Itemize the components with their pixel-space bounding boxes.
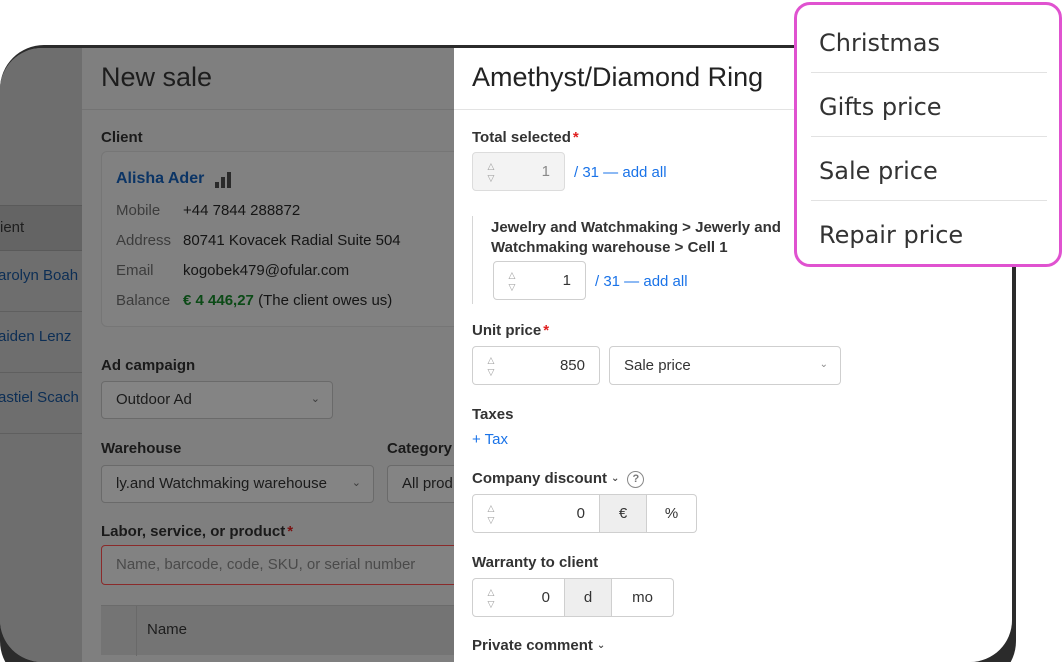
client-label: Client bbox=[101, 129, 143, 146]
column-name-header: Name bbox=[147, 621, 188, 638]
unit-price-label: Unit price * bbox=[472, 322, 550, 339]
price-type-menu: Christmas Gifts price Sale price Repair … bbox=[794, 2, 1062, 267]
price-type-select[interactable]: Sale price ⌄ bbox=[609, 346, 841, 385]
menu-item-repair-price[interactable]: Repair price bbox=[811, 201, 1047, 265]
client-card: Alisha Ader Mobile +44 7844 288872 Addres… bbox=[101, 151, 471, 327]
client-balance: € 4 446,27 bbox=[183, 292, 254, 309]
page-title: New sale bbox=[101, 62, 213, 92]
ad-campaign-value: Outdoor Ad bbox=[116, 391, 192, 408]
warranty-label: Warranty to client bbox=[472, 554, 599, 571]
discount-unit-percent[interactable]: % bbox=[647, 494, 697, 533]
total-add-all-link[interactable]: / 31 — add all bbox=[574, 164, 667, 181]
discount-unit-currency[interactable]: € bbox=[600, 494, 647, 533]
product-label: Labor, service, or product * bbox=[101, 523, 294, 540]
stepper-arrows-icon[interactable]: △ ▽ bbox=[485, 502, 497, 526]
help-icon[interactable]: ? bbox=[627, 471, 645, 488]
taxes-label: Taxes bbox=[472, 406, 514, 423]
warranty-value: 0 bbox=[541, 589, 550, 606]
total-selected-value: 1 bbox=[541, 163, 550, 180]
client-mobile-label: Mobile bbox=[116, 202, 161, 219]
location-qty-value: 1 bbox=[562, 272, 571, 289]
warranty-unit-months[interactable]: mo bbox=[612, 578, 674, 617]
chevron-down-icon: ⌄ bbox=[611, 473, 620, 484]
list-item[interactable]: astiel Scach bbox=[0, 373, 82, 434]
client-mobile: +44 7844 288872 bbox=[183, 202, 301, 219]
discount-value: 0 bbox=[576, 505, 585, 522]
category-label: Category bbox=[387, 440, 453, 457]
clients-list: ient arolyn Boah aiden Lenz astiel Scach bbox=[0, 48, 82, 662]
client-address: 80741 Kovacek Radial Suite 504 bbox=[183, 232, 401, 249]
clients-list-header: ient bbox=[0, 205, 82, 251]
product-search-placeholder: Name, barcode, code, SKU, or serial numb… bbox=[116, 556, 416, 573]
client-address-label: Address bbox=[116, 232, 172, 249]
list-item[interactable]: aiden Lenz bbox=[0, 312, 82, 373]
client-mobile-row: Mobile +44 7844 288872 bbox=[116, 202, 300, 219]
warranty-unit-days[interactable]: d bbox=[565, 578, 612, 617]
client-balance-label: Balance bbox=[116, 292, 171, 309]
price-type-value: Sale price bbox=[624, 357, 691, 374]
stepper-arrows-icon[interactable]: △ ▽ bbox=[506, 269, 518, 293]
client-email-row: Email kogobek479@ofular.com bbox=[116, 262, 349, 279]
stepper-arrows-icon: △ ▽ bbox=[487, 161, 495, 183]
stepper-arrows-icon[interactable]: △ ▽ bbox=[485, 354, 497, 378]
location-qty-stepper[interactable]: △ ▽ 1 bbox=[493, 261, 586, 300]
warehouse-select[interactable]: ly.and Watchmaking warehouse ⌄ bbox=[101, 465, 374, 503]
warranty-input[interactable]: △ ▽ 0 bbox=[472, 578, 565, 617]
location-add-all-link[interactable]: / 31 — add all bbox=[595, 273, 688, 290]
list-item[interactable]: arolyn Boah bbox=[0, 251, 82, 312]
location-block: Jewelry and Watchmaking > Jewerly and Wa… bbox=[472, 216, 792, 304]
chevron-down-icon: ⌄ bbox=[310, 393, 320, 405]
client-balance-row: Balance € 4 446,27 (The client owes us) bbox=[116, 292, 392, 309]
client-email-label: Email bbox=[116, 262, 154, 279]
client-name-link[interactable]: Alisha Ader bbox=[116, 170, 204, 188]
list-item-name: arolyn Boah bbox=[0, 267, 79, 284]
warehouse-value: ly.and Watchmaking warehouse bbox=[116, 475, 327, 492]
ad-campaign-select[interactable]: Outdoor Ad ⌄ bbox=[101, 381, 333, 419]
menu-item-christmas[interactable]: Christmas bbox=[811, 9, 1047, 73]
list-item-name: aiden Lenz bbox=[0, 328, 72, 345]
menu-item-sale-price[interactable]: Sale price bbox=[811, 137, 1047, 201]
category-value: All prod bbox=[402, 475, 453, 492]
product-title: Amethyst/Diamond Ring bbox=[472, 62, 764, 92]
product-search-input[interactable]: Name, barcode, code, SKU, or serial numb… bbox=[101, 545, 471, 585]
client-address-row: Address 80741 Kovacek Radial Suite 504 bbox=[116, 232, 401, 249]
client-email: kogobek479@ofular.com bbox=[183, 262, 350, 279]
warehouse-label: Warehouse bbox=[101, 440, 182, 457]
products-table-header: Name bbox=[101, 605, 461, 656]
company-discount-label[interactable]: Company discount ⌄? bbox=[472, 470, 645, 488]
chevron-down-icon: ⌄ bbox=[819, 359, 828, 370]
client-balance-note: (The client owes us) bbox=[258, 292, 393, 309]
menu-item-gifts-price[interactable]: Gifts price bbox=[811, 73, 1047, 137]
new-sale-panel: New sale Client Alisha Ader Mobile +44 78… bbox=[82, 48, 477, 662]
clients-list-header-label: ient bbox=[0, 219, 25, 236]
unit-price-value: 850 bbox=[559, 357, 585, 374]
location-path: Jewelry and Watchmaking > Jewerly and Wa… bbox=[491, 219, 781, 256]
add-tax-link[interactable]: + Tax bbox=[472, 431, 508, 448]
signal-bars-icon bbox=[215, 172, 233, 188]
unit-price-input[interactable]: △ ▽ 850 bbox=[472, 346, 600, 385]
new-sale-header: New sale bbox=[82, 48, 454, 110]
chevron-down-icon: ⌄ bbox=[351, 477, 361, 489]
ad-campaign-label: Ad campaign bbox=[101, 357, 196, 374]
select-all-cell[interactable] bbox=[101, 606, 137, 656]
chevron-down-icon: ⌄ bbox=[596, 640, 606, 651]
total-selected-stepper: △ ▽ 1 bbox=[472, 152, 565, 191]
list-item-name: astiel Scach bbox=[0, 389, 79, 406]
private-comment-label[interactable]: Private comment ⌄ bbox=[472, 637, 605, 654]
total-selected-label: Total selected * bbox=[472, 129, 579, 146]
discount-input[interactable]: △ ▽ 0 bbox=[472, 494, 600, 533]
stepper-arrows-icon[interactable]: △ ▽ bbox=[485, 586, 497, 610]
